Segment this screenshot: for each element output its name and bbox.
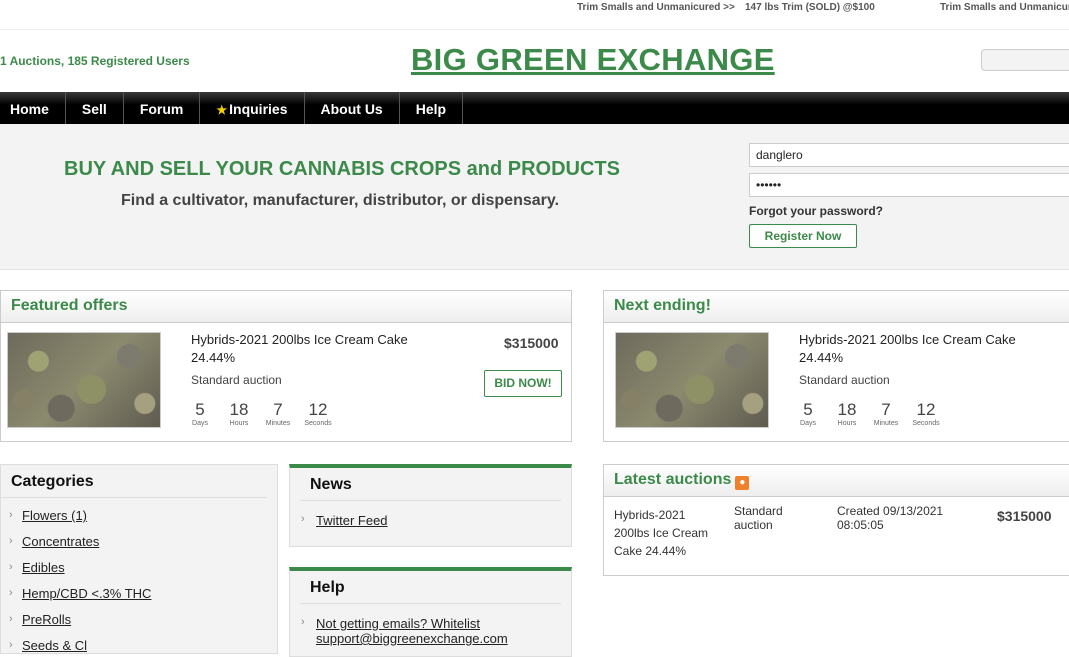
ending-countdown-hours: 18 Hours [837,400,857,427]
hero-banner: BUY AND SELL YOUR CANNABIS CROPS and PRO… [0,124,1069,270]
featured-offers-heading: Featured offers [1,291,571,323]
star-icon: ★ [216,103,228,117]
nav-about[interactable]: About Us [305,92,400,124]
ending-item-image[interactable] [615,332,769,428]
help-whitelist-link[interactable]: Not getting emails? Whitelist support@bi… [316,616,566,646]
latest-item-title[interactable]: Hybrids-2021 200lbs Ice Cream Cake 24.44… [614,506,719,560]
ending-countdown-seconds: 12 Seconds [912,400,940,427]
featured-item-type: Standard auction [191,373,282,387]
featured-item-title[interactable]: Hybrids-2021 200lbs Ice Cream Cake 24.44… [191,331,431,367]
rss-icon[interactable]: ● [735,476,750,490]
featured-offers-panel: Featured offers Hybrids-2021 200lbs Ice … [0,290,572,442]
latest-item-price: $315000 [997,508,1052,524]
main-nav: Home Sell Forum ★ Inquiries About Us Help [0,92,1069,124]
news-twitter-feed-link[interactable]: Twitter Feed [316,513,388,528]
category-hemp-cbd[interactable]: Hemp/CBD <.3% THC [22,586,151,601]
chevron-right-icon: › [9,613,13,625]
username-field[interactable]: danglero [749,143,1069,167]
chevron-right-icon: › [301,513,305,525]
countdown-days: 5 Days [192,400,208,427]
site-logo[interactable]: BIG GREEN EXCHANGE [411,42,775,78]
ticker-bar: Trim Smalls and Unmanicured >> 147 lbs T… [0,0,1069,30]
chevron-right-icon: › [9,587,13,599]
category-prerolls[interactable]: PreRolls [22,612,71,627]
help-heading: Help [300,571,561,604]
help-panel: Help › Not getting emails? Whitelist sup… [289,567,572,657]
category-flowers[interactable]: Flowers (1) [22,508,87,523]
latest-auctions-title: Latest auctions [614,471,732,488]
nav-inquiries-label: Inquiries [229,101,288,117]
nav-home[interactable]: Home [0,92,66,124]
ticker-link-trim-smalls-2[interactable]: Trim Smalls and Unmanicur [940,2,1069,13]
nav-forum[interactable]: Forum [124,92,201,124]
nav-sell[interactable]: Sell [66,92,124,124]
next-ending-panel: Next ending! Hybrids-2021 200lbs Ice Cre… [603,290,1069,442]
ending-countdown-minutes: 7 Minutes [873,400,899,427]
nav-inquiries[interactable]: ★ Inquiries [200,92,305,124]
category-edibles[interactable]: Edibles [22,560,65,575]
categories-panel: Categories › Flowers (1) › Concentrates … [0,464,278,654]
countdown-minutes: 7 Minutes [265,400,291,427]
countdown-hours: 18 Hours [229,400,249,427]
banner-subtitle: Find a cultivator, manufacturer, distrib… [121,192,560,209]
ending-item-type: Standard auction [799,373,890,387]
news-panel: News › Twitter Feed [289,464,572,547]
countdown-seconds: 12 Seconds [304,400,332,427]
latest-auctions-heading: Latest auctions ● [604,465,1069,497]
latest-auctions-panel: Latest auctions ● Hybrids-2021 200lbs Ice… [603,464,1069,576]
categories-heading: Categories [1,465,267,498]
bid-now-button[interactable]: BID NOW! [484,370,562,397]
site-stats: 1 Auctions, 185 Registered Users [0,54,190,68]
chevron-right-icon: › [9,535,13,547]
latest-item-created: Created 09/13/2021 08:05:05 [837,504,944,532]
chevron-right-icon: › [9,561,13,573]
ending-countdown-days: 5 Days [800,400,816,427]
chevron-right-icon: › [9,509,13,521]
chevron-right-icon: › [301,616,305,628]
featured-item-image[interactable] [7,332,161,428]
latest-item-type: Standard auction [734,504,783,532]
ticker-link-trim-sold[interactable]: 147 lbs Trim (SOLD) @$100 [745,2,875,13]
category-seeds-clones[interactable]: Seeds & Cl [22,638,87,653]
register-button[interactable]: Register Now [749,224,857,248]
ending-item-title[interactable]: Hybrids-2021 200lbs Ice Cream Cake 24.44… [799,331,1039,367]
featured-item-price: $315000 [504,335,559,351]
nav-help[interactable]: Help [400,92,464,124]
news-heading: News [300,468,561,501]
site-header: 1 Auctions, 185 Registered Users BIG GRE… [0,30,1069,92]
category-concentrates[interactable]: Concentrates [22,534,99,549]
next-ending-heading: Next ending! [604,291,1069,323]
ticker-link-trim-smalls[interactable]: Trim Smalls and Unmanicured >> [577,2,735,13]
password-field[interactable]: •••••• [749,173,1069,197]
banner-title: BUY AND SELL YOUR CANNABIS CROPS and PRO… [64,158,620,180]
header-search-input[interactable] [981,49,1069,71]
forgot-password-link[interactable]: Forgot your password? [749,204,883,218]
